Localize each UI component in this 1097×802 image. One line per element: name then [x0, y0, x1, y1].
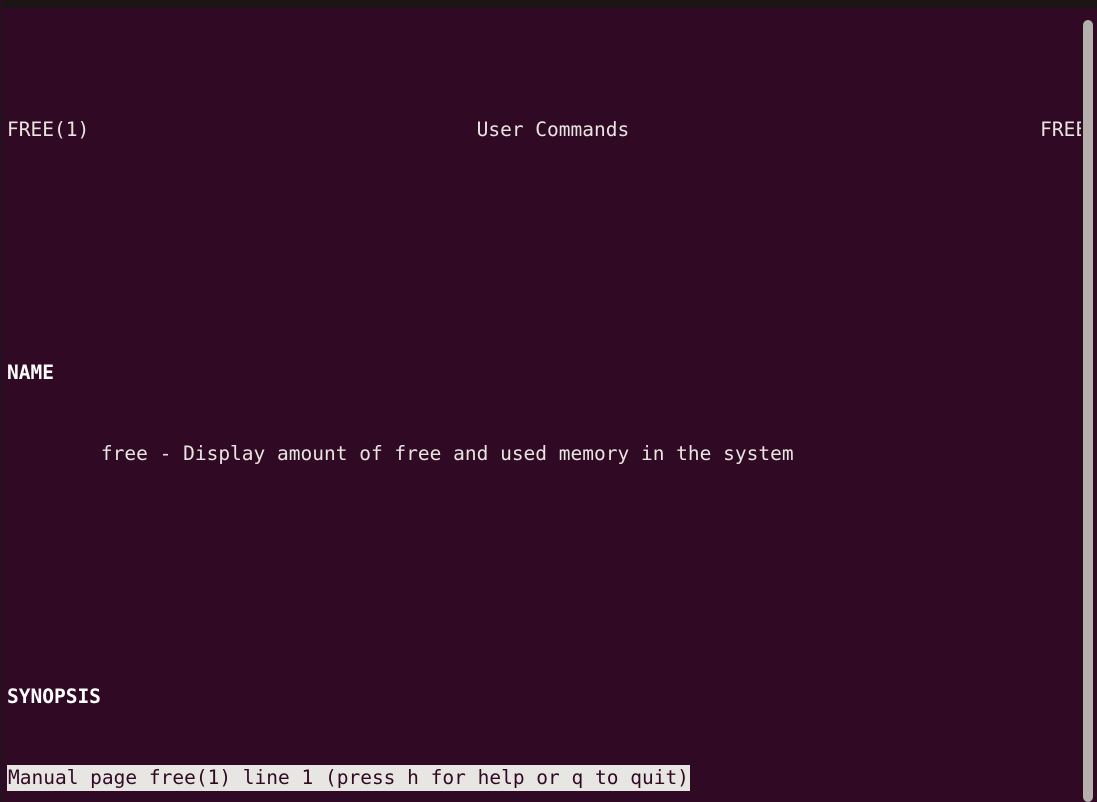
pager-status-text: Manual page free(1) line 1 (press h for …: [8, 766, 689, 789]
terminal-window[interactable]: FREE(1) User Commands FREE(1) NAME free …: [0, 0, 1097, 802]
manpage-header-line: FREE(1) User Commands FREE(1): [7, 116, 1097, 143]
name-body-text: free - Display amount of free and used m…: [100, 442, 794, 465]
heading-synopsis-text: SYNOPSIS: [7, 685, 101, 708]
section-heading-synopsis: SYNOPSIS: [7, 683, 1057, 710]
heading-name-text: NAME: [7, 361, 54, 384]
window-left-edge: [0, 0, 3, 802]
manpage-content: FREE(1) User Commands FREE(1) NAME free …: [7, 8, 1097, 802]
section-name-body: free - Display amount of free and used m…: [7, 440, 1057, 467]
scrollbar-thumb[interactable]: [1083, 20, 1093, 802]
window-top-edge: [0, 0, 1097, 8]
section-heading-name: NAME: [7, 359, 1057, 386]
header-left: FREE(1): [7, 118, 90, 141]
scrollbar-track[interactable]: [1081, 8, 1097, 802]
header-gap-2: [629, 118, 1040, 141]
header-gap-1: [89, 118, 476, 141]
pager-status-bar[interactable]: Manual page free(1) line 1 (press h for …: [7, 765, 690, 791]
header-center: User Commands: [476, 118, 630, 141]
